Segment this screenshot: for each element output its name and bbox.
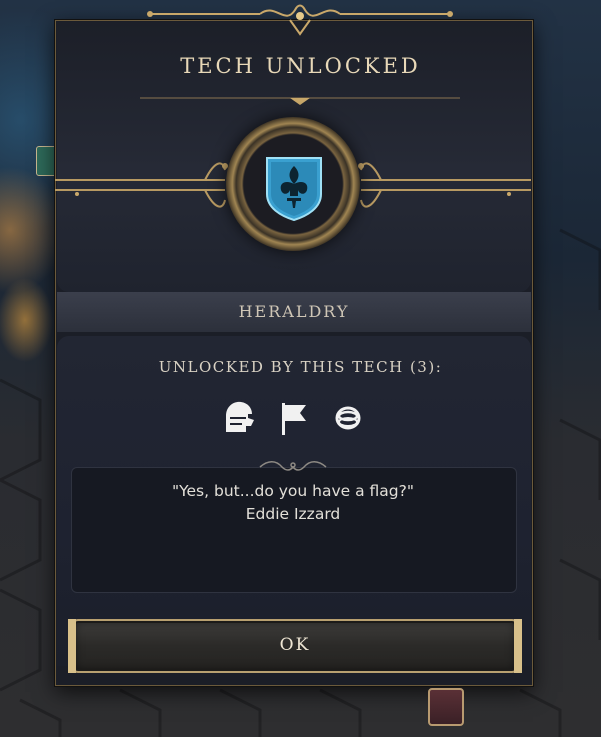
quote-author: Eddie Izzard xyxy=(245,505,341,523)
unlocks-label: UNLOCKED BY THIS TECH (3): xyxy=(158,358,443,376)
tech-name: HERALDRY xyxy=(238,302,350,321)
flag-icon[interactable] xyxy=(274,398,314,438)
map-unit-icon[interactable] xyxy=(428,688,464,726)
top-ornament xyxy=(147,4,453,36)
dialog-title: TECH UNLOCKED xyxy=(180,54,421,78)
tech-name-bar: HERALDRY xyxy=(57,292,531,332)
quote-text: "Yes, but...do you have a flag?" xyxy=(171,482,415,500)
title-divider xyxy=(140,97,460,105)
knight-helmet-icon[interactable] xyxy=(218,398,258,438)
quote-flourish-ornament xyxy=(259,461,327,471)
ring-icon[interactable] xyxy=(328,398,368,438)
fleur-de-lis-shield-icon xyxy=(266,157,322,222)
ok-button-label: OK xyxy=(279,635,311,655)
ok-button[interactable]: OK xyxy=(68,619,522,673)
